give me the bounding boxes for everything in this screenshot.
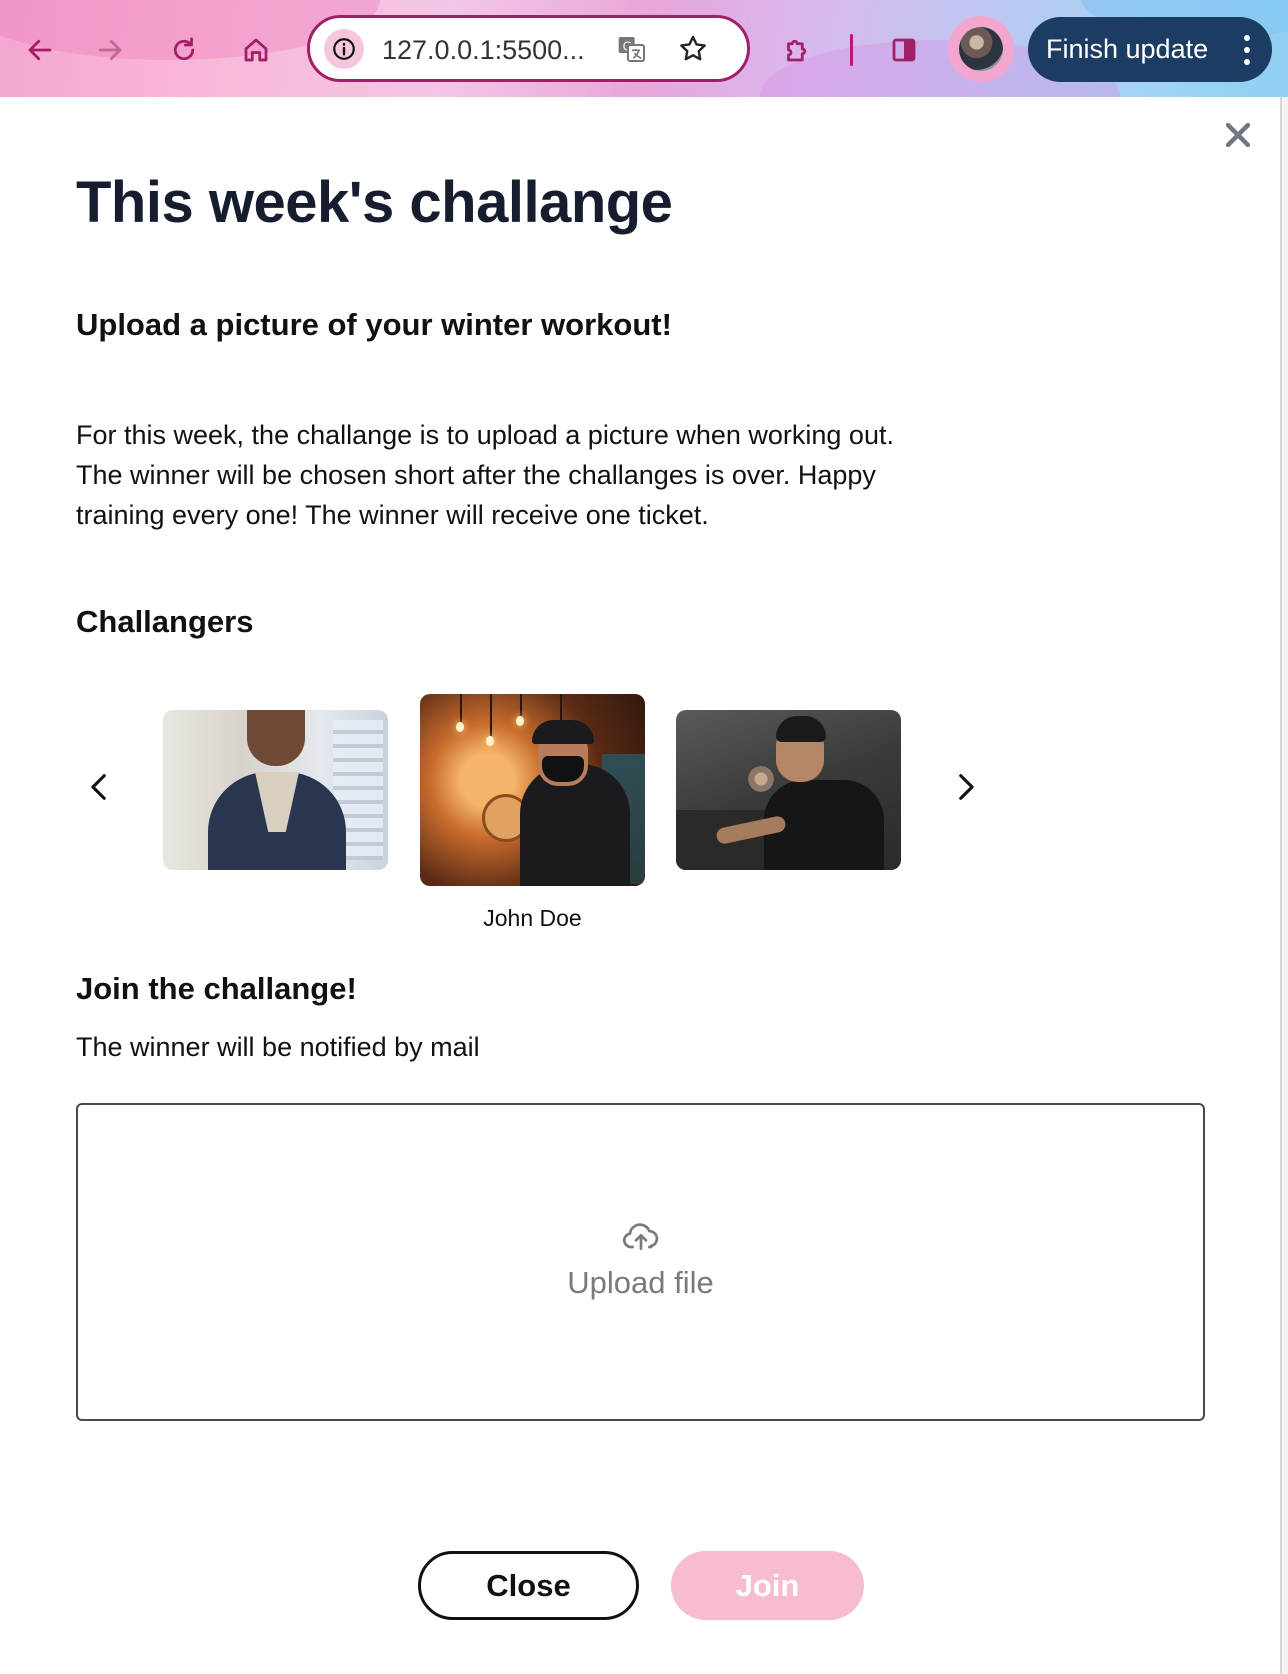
profile-button[interactable] (948, 16, 1014, 82)
extensions-button[interactable] (772, 26, 820, 74)
translate-button[interactable]: G (615, 32, 649, 66)
side-panel-button[interactable] (880, 26, 928, 74)
dialog-title: This week's challange (76, 170, 673, 235)
side-panel-icon (892, 38, 916, 62)
profile-avatar (959, 27, 1003, 71)
chevron-right-icon (959, 774, 974, 800)
close-icon (1225, 122, 1251, 148)
challenger-name: John Doe (483, 905, 582, 931)
window-edge (1282, 97, 1288, 1674)
forward-arrow-icon (98, 39, 122, 61)
toolbar-divider (850, 34, 853, 66)
cloud-upload-icon (618, 1217, 664, 1257)
extensions-icon (787, 39, 807, 62)
challenge-description: For this week, the challange is to uploa… (76, 420, 894, 530)
reload-button[interactable] (160, 26, 208, 74)
carousel-prev-button[interactable] (78, 765, 122, 809)
join-heading: Join the challange! (76, 971, 357, 1006)
bookmark-button[interactable] (676, 32, 710, 66)
more-vertical-icon (1244, 35, 1250, 65)
back-arrow-icon (28, 39, 52, 61)
back-button[interactable] (16, 26, 64, 74)
close-button[interactable]: Close (418, 1551, 639, 1620)
challenge-subtitle: Upload a picture of your winter workout! (76, 307, 672, 342)
upload-label: Upload file (567, 1265, 714, 1300)
challengers-heading: Challangers (76, 604, 254, 639)
challenger-photo[interactable] (163, 710, 388, 870)
carousel-next-button[interactable] (943, 765, 987, 809)
site-info-icon (333, 38, 355, 60)
challenger-photo-selected[interactable] (420, 694, 645, 886)
chevron-left-icon (91, 774, 106, 800)
upload-dropzone[interactable]: Upload file (76, 1103, 1205, 1421)
url-text[interactable]: 127.0.0.1:5500... (382, 35, 585, 66)
browser-toolbar: 127.0.0.1:5500... G Finish update (0, 0, 1288, 97)
join-note: The winner will be notified by mail (76, 1032, 480, 1062)
challenger-photo[interactable] (676, 710, 901, 870)
finish-update-button[interactable]: Finish update (1028, 17, 1272, 82)
home-button[interactable] (232, 26, 280, 74)
translate-icon: G (618, 37, 645, 62)
dialog-close-button[interactable] (1218, 115, 1258, 155)
home-icon (244, 38, 268, 62)
join-button[interactable]: Join (671, 1551, 864, 1620)
address-bar[interactable]: 127.0.0.1:5500... G (307, 15, 750, 82)
challenge-dialog: This week's challange Upload a picture o… (0, 97, 1282, 1674)
finish-update-label: Finish update (1046, 34, 1209, 64)
forward-button[interactable] (86, 26, 134, 74)
star-icon (680, 35, 706, 61)
site-info-button[interactable] (324, 29, 364, 69)
reload-icon (173, 37, 195, 61)
